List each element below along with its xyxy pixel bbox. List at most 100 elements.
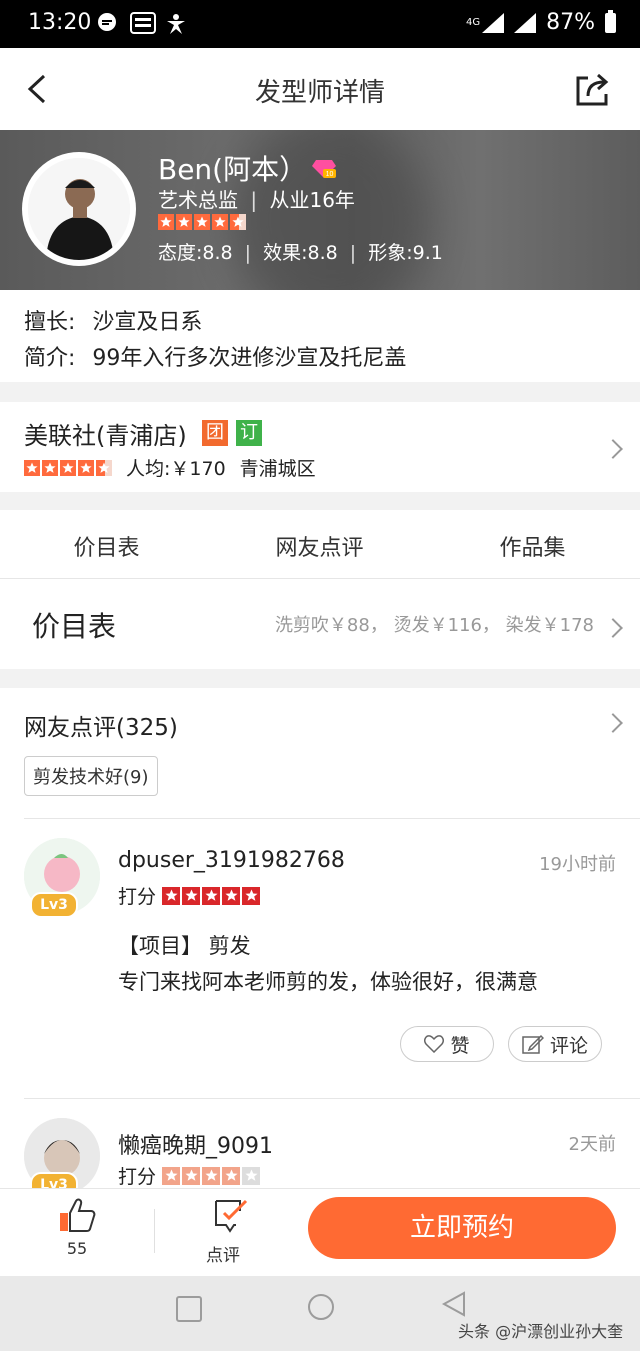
score-effect: 效果:8.8 — [263, 242, 338, 264]
status-right: 4G 87% — [465, 9, 616, 35]
review-label[interactable]: 点评 — [206, 1241, 240, 1266]
star-icon — [242, 886, 261, 905]
back-triangle-icon[interactable] — [440, 1290, 468, 1318]
score-label: 打分 — [118, 886, 157, 908]
review-tag-chip[interactable]: 剪发技术好(9) — [24, 756, 158, 796]
star-icon — [176, 214, 192, 230]
star-icon — [202, 1166, 221, 1185]
star-icon — [162, 886, 181, 905]
comment-review-button[interactable]: 评论 — [508, 1026, 602, 1062]
tab-price-list[interactable]: 价目表 — [0, 530, 213, 562]
stylist-banner: Ben(阿本） 10 艺术总监 | 从业16年 态度:8.8 | 效果:8.8 … — [0, 130, 640, 290]
book-now-button[interactable]: 立即预约 — [308, 1197, 616, 1259]
price-list-row[interactable]: 价目表 洗剪吹￥88， 烫发￥116， 染发￥178 — [0, 579, 640, 669]
chevron-right-icon — [603, 618, 623, 638]
specialty-value: 沙宣及日系 — [92, 310, 203, 335]
edit-icon — [522, 1034, 544, 1054]
intro-row: 简介: 99年入行多次进修沙宣及托尼盖 — [24, 340, 406, 372]
review-stars — [162, 886, 261, 905]
comment-label: 评论 — [549, 1034, 588, 1057]
group-buy-tag: 团 — [202, 420, 228, 446]
bottom-action-bar: 55 点评 立即预约 — [0, 1188, 640, 1277]
home-icon[interactable] — [308, 1294, 334, 1320]
star-icon — [42, 459, 58, 476]
recents-icon[interactable] — [176, 1296, 202, 1322]
system-nav-bar: 头条 @沪漂创业孙大奎 — [0, 1276, 640, 1351]
page-title: 发型师详情 — [254, 78, 385, 108]
user-level-badge: Lv3 — [30, 1172, 78, 1188]
shop-avg-price: 人均:￥170 — [126, 458, 226, 480]
star-icon — [202, 886, 221, 905]
star-icon — [60, 459, 76, 476]
toutiao-icon — [130, 12, 156, 39]
like-review-button[interactable]: 赞 — [400, 1026, 494, 1062]
half-star-icon — [96, 459, 112, 476]
star-icon — [222, 1166, 241, 1185]
tab-portfolio[interactable]: 作品集 — [426, 530, 639, 562]
divider — [24, 1098, 640, 1099]
stylist-role-row: 艺术总监 | 从业16年 — [158, 188, 355, 212]
share-icon[interactable] — [574, 70, 612, 108]
user-level-badge: Lv3 — [30, 892, 78, 918]
shop-name: 美联社(青浦店) — [24, 422, 187, 450]
reviews-section: 网友点评(325) 剪发技术好(9) Lv3 dpuser_3191982768… — [0, 688, 640, 1188]
review-username[interactable]: 懒癌晚期_9091 — [118, 1128, 273, 1160]
reservation-tag: 订 — [236, 420, 262, 446]
review-project: 【项目】 剪发 — [118, 934, 251, 958]
tab-bar: 价目表 网友点评 作品集 — [0, 510, 640, 579]
review-score-row: 打分 — [118, 882, 261, 909]
divider — [24, 818, 640, 819]
shop-card[interactable]: 美联社(青浦店) 团 订 人均:￥170 青浦城区 — [0, 402, 640, 492]
star-icon — [158, 214, 174, 230]
shop-meta: 人均:￥170 青浦城区 — [24, 454, 316, 481]
review-username[interactable]: dpuser_3191982768 — [118, 848, 345, 873]
stylist-avatar[interactable] — [28, 158, 130, 260]
score-attitude: 态度:8.8 — [158, 242, 233, 264]
review-text: 专门来找阿本老师剪的发，体验很好，很满意 — [118, 970, 538, 994]
svg-text:10: 10 — [326, 171, 334, 178]
score-image: 形象:9.1 — [368, 242, 443, 264]
half-star-icon — [230, 214, 246, 230]
battery-percent: 87% — [546, 10, 595, 35]
stylist-name: Ben(阿本） — [158, 153, 308, 186]
price-list-title: 价目表 — [32, 610, 117, 643]
thumbs-up-icon[interactable] — [58, 1197, 96, 1233]
header-bar: 发型师详情 — [0, 48, 640, 130]
star-icon — [194, 214, 210, 230]
star-icon — [182, 886, 201, 905]
price-list-summary: 洗剪吹￥88， 烫发￥116， 染发￥178 — [274, 615, 594, 636]
stylist-info: 擅长: 沙宣及日系 简介: 99年入行多次进修沙宣及托尼盖 — [0, 290, 640, 382]
status-time: 13:20 — [28, 10, 92, 35]
shop-rating-stars — [24, 459, 112, 476]
chevron-right-icon[interactable] — [603, 713, 623, 733]
empty-star-icon — [242, 1166, 261, 1185]
status-bar: 13:20 4G 87% — [0, 0, 640, 48]
review-time: 2天前 — [568, 1134, 616, 1155]
stylist-experience: 从业16年 — [269, 188, 355, 212]
like-label: 赞 — [450, 1034, 470, 1057]
reviews-title[interactable]: 网友点评(325) — [24, 708, 178, 742]
stylist-rating-stars — [158, 214, 246, 230]
write-review-icon[interactable] — [212, 1197, 250, 1233]
star-icon — [182, 1166, 201, 1185]
shop-district: 青浦城区 — [239, 458, 316, 480]
gem-badge-icon: 10 — [312, 160, 336, 178]
signal-icon-2 — [514, 12, 537, 33]
star-icon — [222, 886, 241, 905]
chevron-right-icon — [603, 439, 623, 459]
like-count: 55 — [66, 1239, 88, 1258]
review-score-row: 打分 — [118, 1162, 261, 1188]
network-label: 4G — [465, 17, 481, 28]
specialty-label: 擅长: — [24, 310, 76, 335]
score-label: 打分 — [118, 1166, 157, 1188]
star-icon — [24, 459, 40, 476]
app-icon — [164, 12, 188, 41]
intro-label: 简介: — [24, 346, 76, 371]
star-icon — [162, 1166, 181, 1185]
star-icon — [78, 459, 94, 476]
review-time: 19小时前 — [539, 854, 616, 875]
heart-icon — [424, 1035, 445, 1053]
battery-icon — [605, 9, 616, 33]
star-icon — [212, 214, 228, 230]
tab-reviews[interactable]: 网友点评 — [213, 530, 426, 562]
